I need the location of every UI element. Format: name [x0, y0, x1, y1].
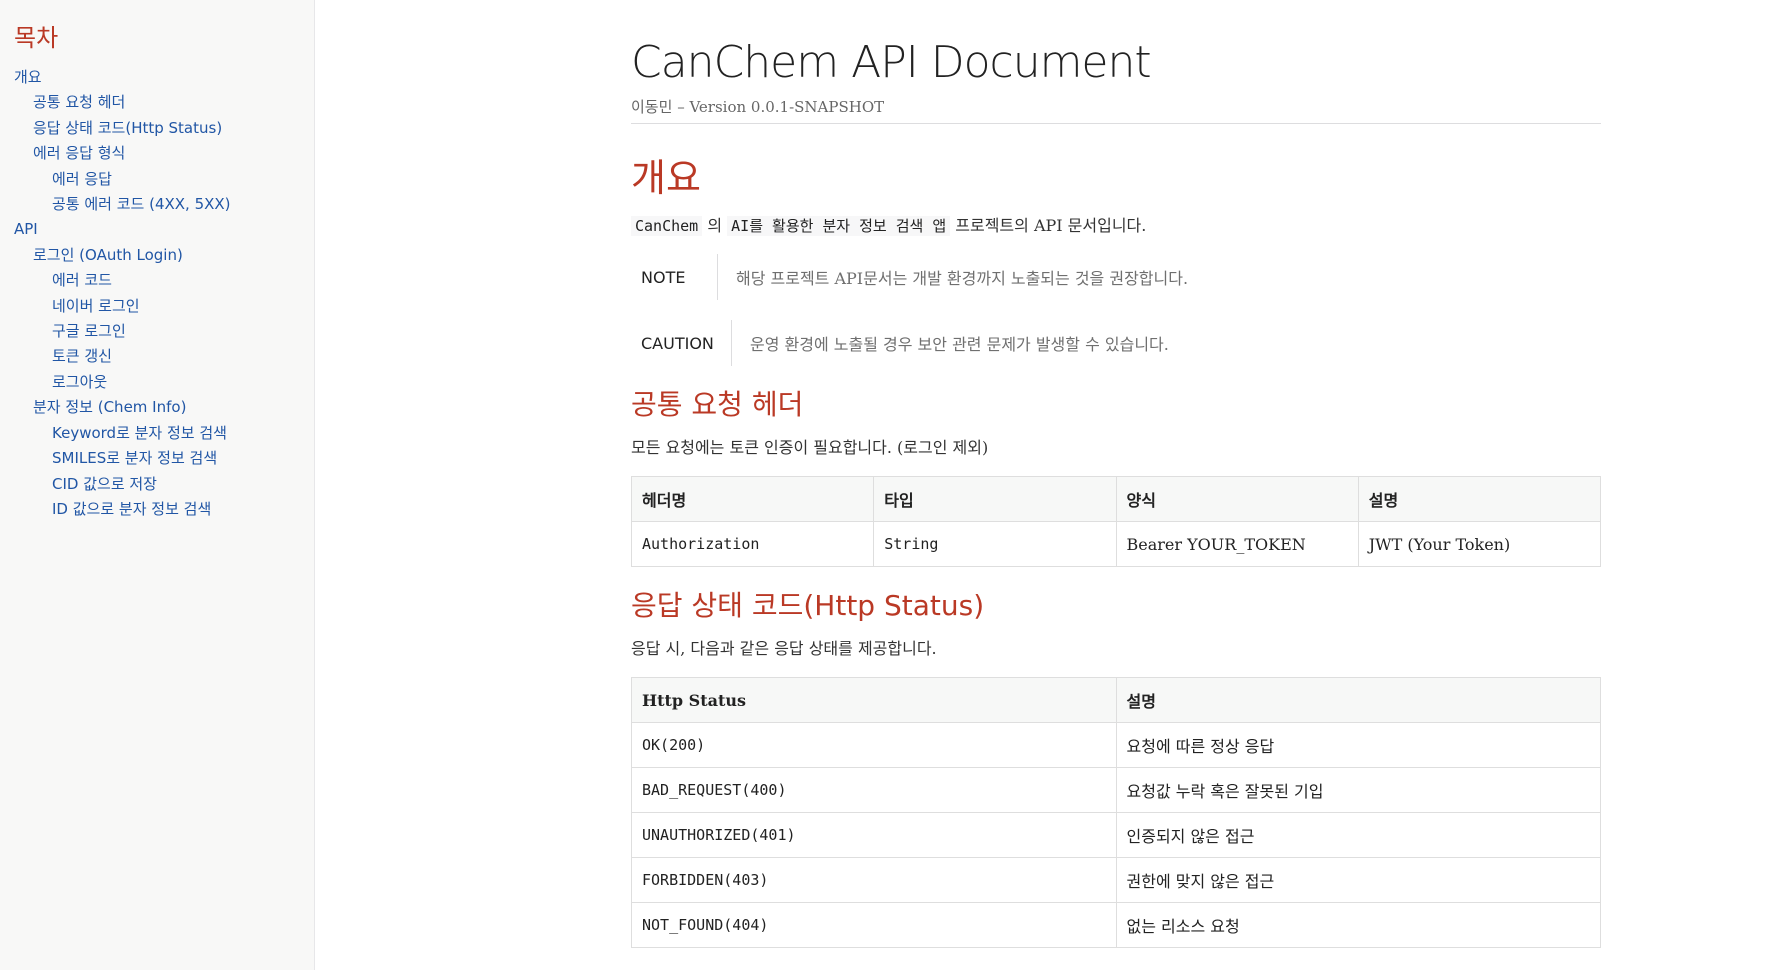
toc-link-error-response[interactable]: 에러 응답 [14, 167, 314, 192]
toc-link-common-error-codes[interactable]: 공통 에러 코드 (4XX, 5XX) [14, 192, 314, 217]
toc-link-oauth-login[interactable]: 로그인 (OAuth Login) [14, 243, 314, 268]
overview-intro: CanChem 의 AI를 활용한 분자 정보 검색 앱 프로젝트의 API 문… [631, 212, 1601, 236]
table-cell: BAD_REQUEST(400) [631, 767, 1117, 813]
headers-table: 헤더명 타입 양식 설명 Authorization String Bearer… [630, 476, 1602, 567]
toc-link-naver-login[interactable]: 네이버 로그인 [14, 294, 314, 319]
section-heading-http-status: 응답 상태 코드(Http Status) [631, 589, 985, 622]
section-common-headers: 공통 요청 헤더 모든 요청에는 토큰 인증이 필요합니다. (로그인 제외) … [630, 388, 1602, 567]
http-status-desc: 응답 시, 다음과 같은 응답 상태를 제공합니다. [631, 639, 937, 658]
common-headers-desc: 모든 요청에는 토큰 인증이 필요합니다. (로그인 제외) [631, 438, 989, 457]
details-separator: – [677, 98, 685, 116]
table-cell: Bearer YOUR_TOKEN [1115, 521, 1359, 567]
table-row: Authorization String Bearer YOUR_TOKEN J… [630, 521, 1602, 567]
toc-link-http-status[interactable]: 응답 상태 코드(Http Status) [14, 116, 314, 141]
note-text: 해당 프로젝트 API문서는 개발 환경까지 노출되는 것을 권장합니다. [736, 269, 1189, 288]
toc-link-chem-info[interactable]: 분자 정보 (Chem Info) [14, 395, 314, 420]
table-row: NOT_FOUND(404) 없는 리소스 요청 [631, 902, 1601, 948]
toc-link-error-code[interactable]: 에러 코드 [14, 268, 314, 293]
toc-link-logout[interactable]: 로그아웃 [14, 370, 314, 395]
toc-title: 목차 [14, 24, 59, 52]
table-header-row: Http Status 설명 [631, 677, 1601, 723]
section-http-status: 응답 상태 코드(Http Status) 응답 시, 다음과 같은 응답 상태… [631, 589, 1601, 948]
toc-link-api[interactable]: API [14, 217, 314, 242]
document-header: CanChem API Document 이동민 – Version 0.0.1… [631, 38, 1601, 124]
column-header: 설명 [1115, 677, 1601, 723]
author-name: 이동민 [631, 98, 673, 116]
table-cell: 인증되지 않은 접근 [1115, 812, 1601, 858]
column-header: 타입 [873, 476, 1117, 522]
toc-link-token-refresh[interactable]: 토큰 갱신 [14, 344, 314, 369]
table-cell: FORBIDDEN(403) [631, 857, 1117, 903]
intro-text-2: 프로젝트의 API 문서입니다. [955, 216, 1147, 235]
toc-link-error-format[interactable]: 에러 응답 형식 [14, 141, 314, 166]
table-row: FORBIDDEN(403) 권한에 맞지 않은 접근 [631, 857, 1601, 903]
column-header: 양식 [1115, 476, 1359, 522]
table-cell: 요청값 누락 혹은 잘못된 기입 [1115, 767, 1601, 813]
table-cell: OK(200) [631, 722, 1117, 768]
table-cell: JWT (Your Token) [1357, 521, 1602, 567]
version-label: Version 0.0.1-SNAPSHOT [689, 98, 885, 116]
toc-link-cid-save[interactable]: CID 값으로 저장 [14, 472, 314, 497]
table-cell: NOT_FOUND(404) [631, 902, 1117, 948]
document-content: CanChem API Document 이동민 – Version 0.0.1… [630, 0, 1602, 966]
admonition-note: NOTE 해당 프로젝트 API문서는 개발 환경까지 노출되는 것을 권장합니… [631, 254, 1601, 300]
section-heading-common-headers: 공통 요청 헤더 [631, 388, 804, 421]
table-row: BAD_REQUEST(400) 요청값 누락 혹은 잘못된 기입 [631, 767, 1601, 813]
section-heading-overview: 개요 [631, 156, 701, 200]
document-title: CanChem API Document [631, 37, 1152, 88]
document-details: 이동민 – Version 0.0.1-SNAPSHOT [631, 96, 1601, 124]
inline-code-project: CanChem [631, 216, 703, 236]
toc-link-keyword-search[interactable]: Keyword로 분자 정보 검색 [14, 421, 314, 446]
table-header-row: 헤더명 타입 양식 설명 [630, 476, 1602, 522]
http-status-table: Http Status 설명 OK(200) 요청에 따른 정상 응답 BAD_… [631, 677, 1601, 948]
table-cell: UNAUTHORIZED(401) [631, 812, 1117, 858]
table-cell: 없는 리소스 요청 [1115, 902, 1601, 948]
caution-text: 운영 환경에 노출될 경우 보안 관련 문제가 발생할 수 있습니다. [750, 335, 1169, 354]
admonition-caution: CAUTION 운영 환경에 노출될 경우 보안 관련 문제가 발생할 수 있습… [631, 320, 1601, 366]
column-header: 설명 [1357, 476, 1602, 522]
toc-link-smiles-search[interactable]: SMILES로 분자 정보 검색 [14, 446, 314, 471]
table-cell: 요청에 따른 정상 응답 [1115, 722, 1601, 768]
intro-text-1: 의 [707, 216, 723, 235]
table-cell: String [873, 521, 1117, 567]
table-cell: Authorization [630, 521, 875, 567]
table-of-contents: 목차 개요 공통 요청 헤더 응답 상태 코드(Http Status) 에러 … [0, 0, 315, 970]
note-label: NOTE [631, 254, 718, 300]
column-header: 헤더명 [630, 476, 875, 522]
toc-list: 개요 공통 요청 헤더 응답 상태 코드(Http Status) 에러 응답 … [14, 65, 314, 522]
table-cell: 권한에 맞지 않은 접근 [1115, 857, 1601, 903]
table-row: OK(200) 요청에 따른 정상 응답 [631, 722, 1601, 768]
toc-link-google-login[interactable]: 구글 로그인 [14, 319, 314, 344]
toc-link-id-search[interactable]: ID 값으로 분자 정보 검색 [14, 497, 314, 522]
section-overview: 개요 CanChem 의 AI를 활용한 분자 정보 검색 앱 프로젝트의 AP… [631, 156, 1601, 366]
toc-link-overview[interactable]: 개요 [14, 65, 314, 90]
inline-code-description: AI를 활용한 분자 정보 검색 앱 [727, 216, 951, 236]
table-row: UNAUTHORIZED(401) 인증되지 않은 접근 [631, 812, 1601, 858]
caution-label: CAUTION [631, 320, 732, 366]
toc-link-common-headers[interactable]: 공통 요청 헤더 [14, 90, 314, 115]
column-header: Http Status [631, 677, 1117, 723]
